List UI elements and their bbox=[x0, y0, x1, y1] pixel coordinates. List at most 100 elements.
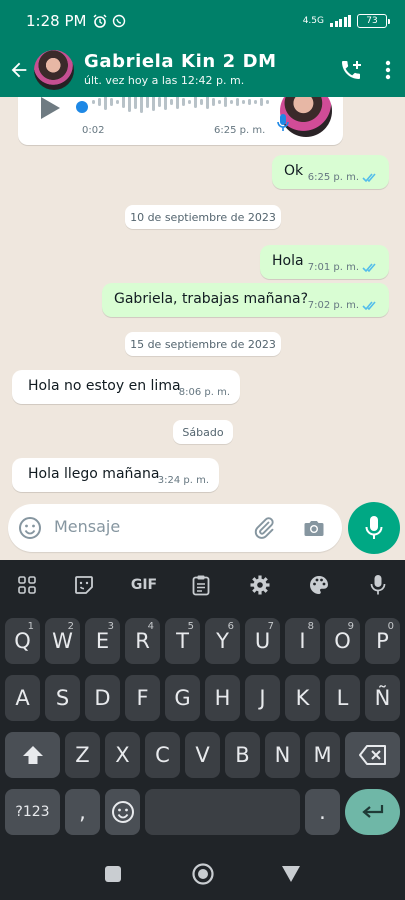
chat-area[interactable]: 0:02 6:25 p. m. Ok 6:25 p. m. 10 de sept… bbox=[0, 97, 405, 560]
voice-input-icon[interactable] bbox=[366, 573, 390, 597]
attach-icon[interactable] bbox=[252, 516, 276, 540]
key-label: O bbox=[334, 629, 351, 653]
key-o[interactable]: O9 bbox=[325, 618, 360, 664]
key-label: , bbox=[79, 800, 86, 824]
key-r[interactable]: R4 bbox=[125, 618, 160, 664]
message-input[interactable]: Mensaje bbox=[54, 517, 120, 536]
last-seen: últ. vez hoy a las 12:42 p. m. bbox=[84, 73, 245, 87]
key-label: Ñ bbox=[374, 686, 391, 710]
add-call-icon[interactable] bbox=[339, 58, 363, 82]
message-incoming[interactable]: Hola no estoy en lima 8:06 p. m. bbox=[12, 370, 240, 404]
key-f[interactable]: F bbox=[125, 675, 160, 721]
message-outgoing[interactable]: Ok 6:25 p. m. bbox=[272, 155, 389, 189]
message-outgoing[interactable]: Hola 7:01 p. m. bbox=[260, 245, 389, 279]
shift-key[interactable] bbox=[5, 732, 60, 778]
key-label: T bbox=[176, 629, 189, 653]
playback-position-dot[interactable] bbox=[76, 101, 88, 113]
contact-avatar[interactable] bbox=[34, 49, 74, 90]
key-k[interactable]: K bbox=[285, 675, 320, 721]
symbols-key[interactable]: ?123 bbox=[5, 789, 60, 835]
key-t[interactable]: T5 bbox=[165, 618, 200, 664]
message-time: 6:25 p. m. bbox=[307, 172, 359, 183]
key-a[interactable]: A bbox=[5, 675, 40, 721]
apps-grid-icon[interactable] bbox=[15, 573, 39, 597]
date-separator: 15 de septiembre de 2023 bbox=[125, 332, 281, 356]
status-bar: 1:28 PM 4.5G 73 bbox=[0, 0, 405, 42]
key-hint: 4 bbox=[147, 621, 154, 632]
voice-record-button[interactable] bbox=[348, 502, 400, 554]
keyboard-toolbar: GIF bbox=[0, 560, 405, 610]
key-d[interactable]: D bbox=[85, 675, 120, 721]
key-label: L bbox=[336, 686, 349, 710]
read-ticks-icon bbox=[362, 301, 376, 311]
key-z[interactable]: Z bbox=[65, 732, 100, 778]
battery-level: 73 bbox=[366, 16, 378, 26]
space-key[interactable] bbox=[145, 789, 300, 835]
key-q[interactable]: Q1 bbox=[5, 618, 40, 664]
theme-palette-icon[interactable] bbox=[307, 573, 331, 597]
key-e[interactable]: E3 bbox=[85, 618, 120, 664]
message-composer[interactable]: Mensaje bbox=[8, 504, 342, 552]
key-h[interactable]: H bbox=[205, 675, 240, 721]
recents-icon[interactable] bbox=[104, 865, 122, 883]
back-arrow-icon[interactable] bbox=[8, 59, 30, 81]
clipboard-icon[interactable] bbox=[189, 573, 213, 597]
message-time: 8:06 p. m. bbox=[178, 387, 230, 398]
key-j[interactable]: J bbox=[245, 675, 280, 721]
settings-gear-icon[interactable] bbox=[248, 573, 272, 597]
network-type: 4.5G bbox=[302, 16, 324, 26]
key-b[interactable]: B bbox=[225, 732, 260, 778]
key-c[interactable]: C bbox=[145, 732, 180, 778]
back-nav-icon[interactable] bbox=[281, 865, 301, 883]
key-label: N bbox=[274, 743, 291, 767]
voice-note-time: 6:25 p. m. bbox=[214, 125, 266, 136]
key-v[interactable]: V bbox=[185, 732, 220, 778]
date-separator: Sábado bbox=[173, 420, 233, 444]
signal-icon bbox=[330, 15, 351, 27]
voice-note-duration: 0:02 bbox=[82, 125, 105, 136]
mic-icon bbox=[365, 516, 383, 539]
contact-name: Gabriela Kin 2 DM bbox=[84, 51, 277, 73]
message-incoming[interactable]: Hola llego mañana 3:24 p. m. bbox=[12, 458, 219, 492]
message-text: Ok bbox=[284, 163, 304, 179]
key-n[interactable]: N bbox=[265, 732, 300, 778]
message-meta: 6:25 p. m. bbox=[308, 172, 379, 183]
emoji-key[interactable] bbox=[105, 789, 140, 835]
key-hint: 1 bbox=[27, 621, 34, 632]
key-s[interactable]: S bbox=[45, 675, 80, 721]
key-g[interactable]: G bbox=[165, 675, 200, 721]
waveform[interactable] bbox=[92, 97, 272, 115]
date-separator: 10 de septiembre de 2023 bbox=[125, 205, 281, 229]
chat-app-bar: Gabriela Kin 2 DM últ. vez hoy a las 12:… bbox=[0, 42, 405, 97]
home-icon[interactable] bbox=[191, 862, 215, 886]
key-u[interactable]: U7 bbox=[245, 618, 280, 664]
key-p[interactable]: P0 bbox=[365, 618, 400, 664]
message-outgoing[interactable]: Gabriela, trabajas mañana? 7:02 p. m. bbox=[102, 283, 389, 317]
key-w[interactable]: W2 bbox=[45, 618, 80, 664]
comma-key[interactable]: , bbox=[65, 789, 100, 835]
contact-info[interactable]: Gabriela Kin 2 DM últ. vez hoy a las 12:… bbox=[84, 52, 277, 87]
emoji-icon[interactable] bbox=[18, 516, 42, 540]
key-hint: 3 bbox=[107, 621, 114, 632]
message-meta: 7:02 p. m. bbox=[308, 300, 379, 311]
date-separator-text: Sábado bbox=[182, 425, 224, 439]
key-i[interactable]: I8 bbox=[285, 618, 320, 664]
more-vert-icon[interactable] bbox=[385, 60, 391, 80]
key-l[interactable]: L bbox=[325, 675, 360, 721]
key-label: E bbox=[95, 629, 110, 653]
camera-icon[interactable] bbox=[302, 516, 326, 540]
period-key[interactable]: . bbox=[305, 789, 340, 835]
key-m[interactable]: M bbox=[305, 732, 340, 778]
system-nav-bar bbox=[0, 848, 405, 900]
key-x[interactable]: X bbox=[105, 732, 140, 778]
key-enye[interactable]: Ñ bbox=[365, 675, 400, 721]
enter-key[interactable] bbox=[345, 789, 400, 835]
play-icon[interactable] bbox=[38, 97, 62, 121]
gif-button[interactable]: GIF bbox=[129, 573, 159, 597]
key-y[interactable]: Y6 bbox=[205, 618, 240, 664]
backspace-key[interactable] bbox=[345, 732, 400, 778]
sticker-icon[interactable] bbox=[72, 573, 96, 597]
message-text: Hola llego mañana bbox=[28, 466, 160, 482]
top-bar: 1:28 PM 4.5G 73 Gabriela Kin 2 DM últ. v… bbox=[0, 0, 405, 97]
voice-note-bubble[interactable]: 0:02 6:25 p. m. bbox=[18, 97, 343, 145]
